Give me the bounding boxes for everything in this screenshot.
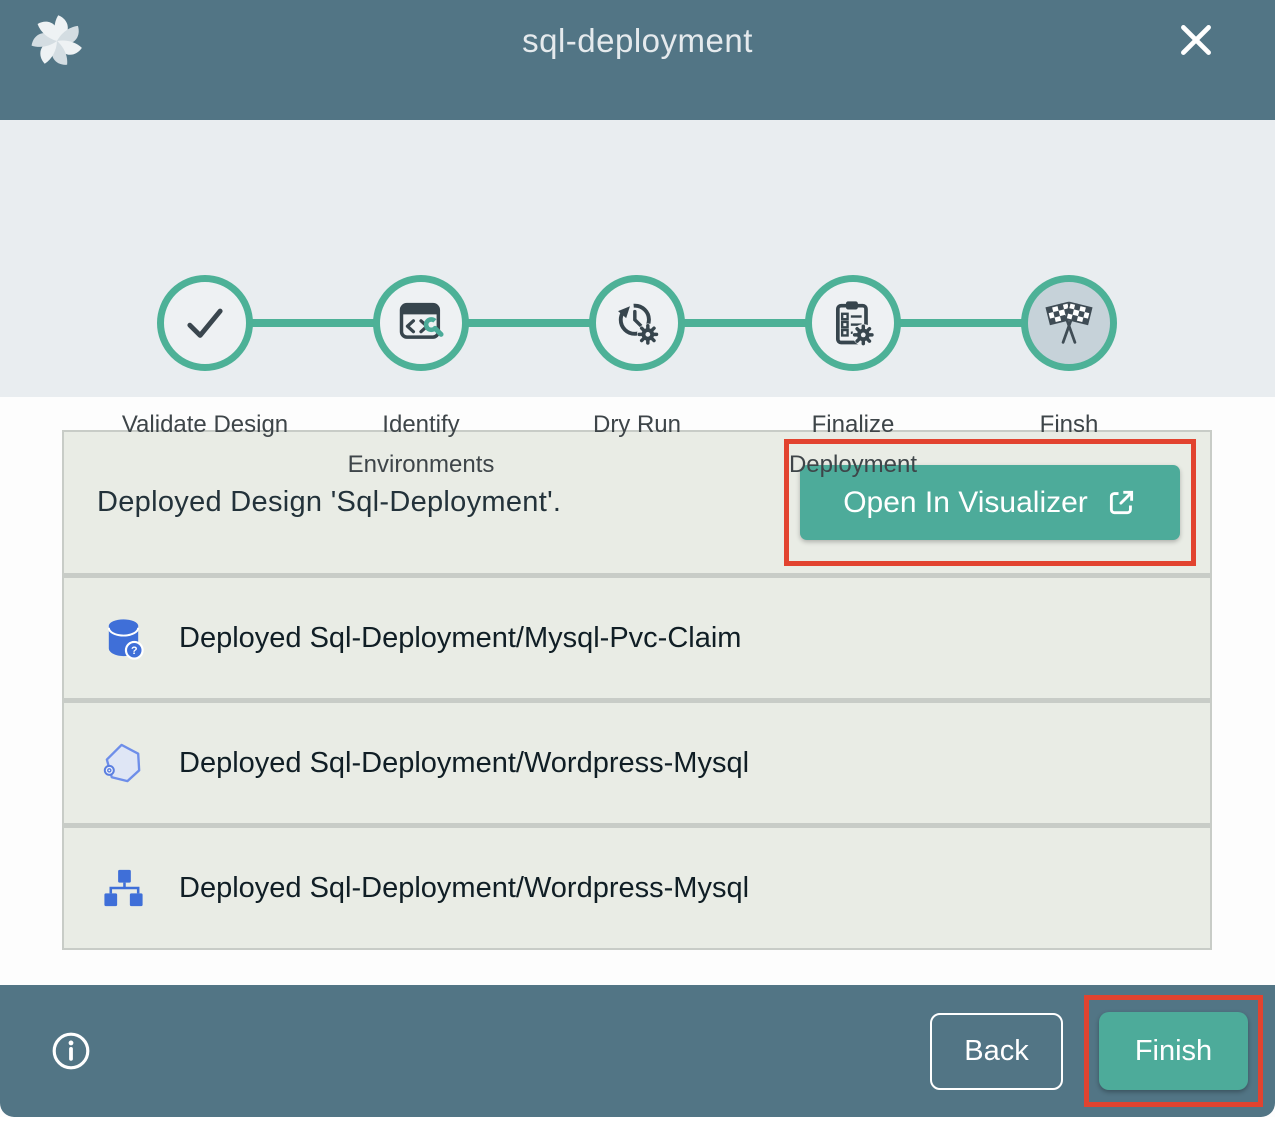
history-gear-icon (589, 275, 685, 371)
clipboard-gear-icon (805, 275, 901, 371)
step-label: Finalize Deployment (767, 405, 939, 485)
back-button[interactable]: Back (930, 1013, 1063, 1090)
result-row-text: Deployed Sql-Deployment/Mysql-Pvc-Claim (179, 622, 741, 655)
step-validate-design: Validate Design (97, 275, 313, 485)
step-label: Validate Design (122, 405, 288, 445)
pod-icon (100, 740, 147, 787)
close-button[interactable] (1173, 18, 1219, 64)
info-button[interactable] (50, 1029, 94, 1073)
sitemap-icon (100, 865, 147, 912)
info-icon (50, 1030, 94, 1072)
result-row-wordpress-mysql-pod: Deployed Sql-Deployment/Wordpress-Mysql (64, 703, 1210, 823)
step-label: Identify Environments (335, 405, 507, 485)
meshery-logo-icon (27, 11, 87, 71)
results-panel: Deployed Design 'Sql-Deployment'. Open I… (62, 430, 1212, 950)
step-label: Finsh (1040, 405, 1099, 445)
wizard-stepper: Validate Design Identify Environments (0, 120, 1275, 397)
modal-header: sql-deployment (0, 0, 1275, 120)
checkered-flags-icon (1021, 275, 1117, 371)
result-row-wordpress-mysql-service: Deployed Sql-Deployment/Wordpress-Mysql (64, 828, 1210, 948)
modal-title: sql-deployment (0, 0, 1275, 60)
modal-footer: Back Finish (0, 985, 1275, 1117)
close-icon (1175, 49, 1217, 64)
step-finish: Finsh (961, 275, 1177, 485)
result-row-text: Deployed Sql-Deployment/Wordpress-Mysql (179, 747, 749, 780)
check-icon (157, 275, 253, 371)
svg-text:?: ? (131, 645, 138, 657)
step-finalize-deployment: Finalize Deployment (745, 275, 961, 485)
finish-button[interactable]: Finish (1099, 1012, 1248, 1090)
results-content: Deployed Design 'Sql-Deployment'. Open I… (0, 397, 1275, 985)
result-row-mysql-pvc-claim: ? Deployed Sql-Deployment/Mysql-Pvc-Clai… (64, 578, 1210, 698)
deployed-design-message: Deployed Design 'Sql-Deployment'. (97, 486, 784, 519)
code-wrench-icon (373, 275, 469, 371)
open-in-visualizer-label: Open In Visualizer (843, 486, 1088, 520)
external-link-icon (1106, 487, 1137, 518)
step-label: Dry Run (593, 405, 681, 445)
step-identify-environments: Identify Environments (313, 275, 529, 485)
step-dry-run: Dry Run (529, 275, 745, 485)
deployment-wizard-modal: sql-deployment Validate Design (0, 0, 1275, 1117)
annotation-highlight-finish: Finish (1084, 995, 1263, 1107)
result-row-text: Deployed Sql-Deployment/Wordpress-Mysql (179, 872, 749, 905)
database-icon: ? (100, 615, 147, 662)
